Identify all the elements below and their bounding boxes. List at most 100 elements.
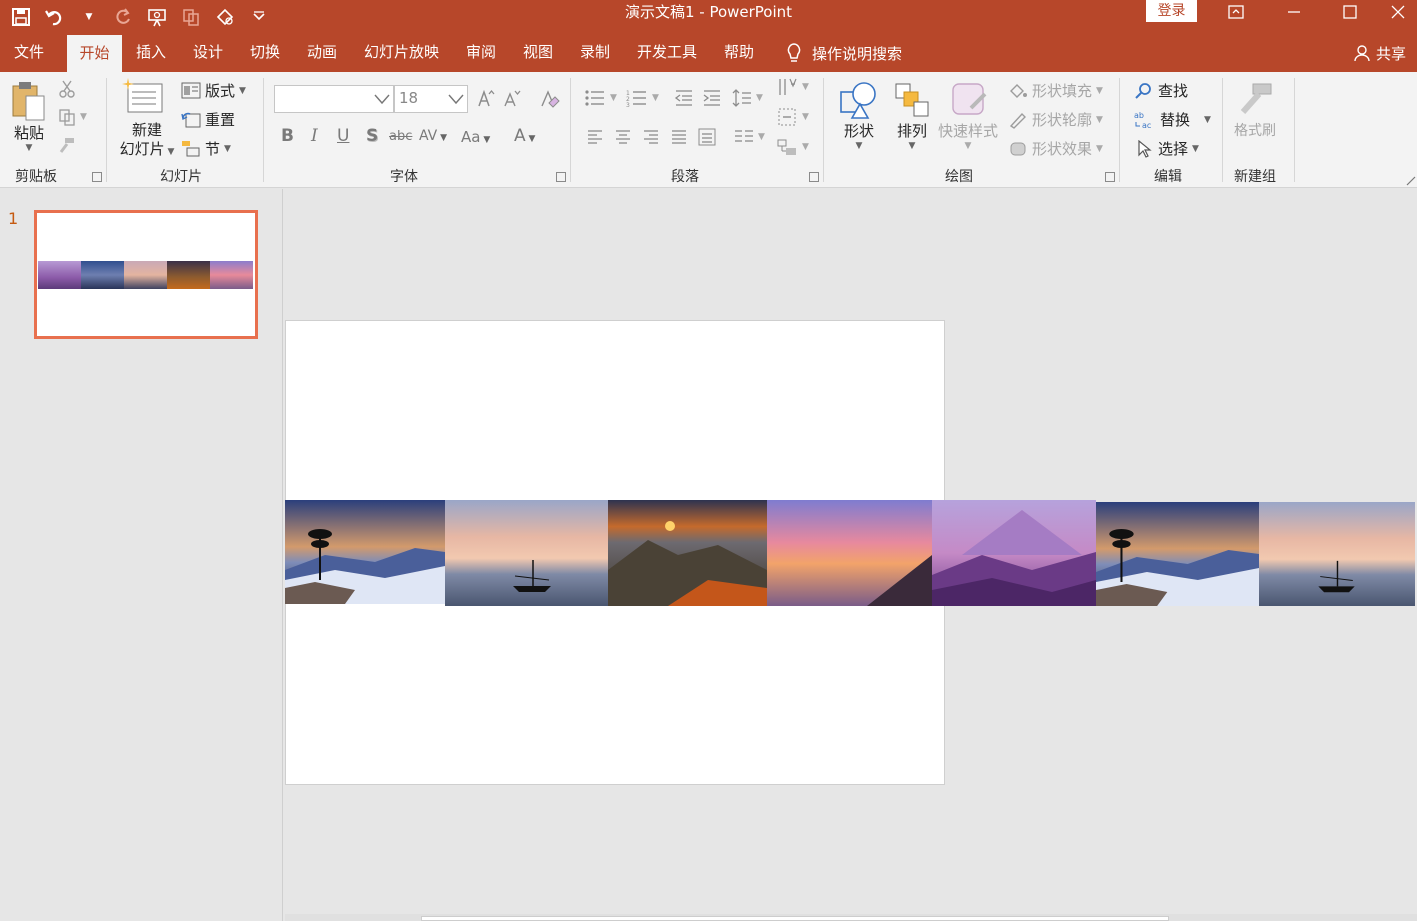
change-case-button[interactable]: Aa ▼ — [461, 128, 490, 146]
thumbnail-photo — [38, 261, 81, 289]
font-size-select[interactable]: 18 — [394, 85, 468, 113]
slide-thumbnail[interactable] — [34, 210, 258, 339]
arrange-button[interactable]: 排列 ▼ — [892, 80, 932, 151]
divider — [1222, 78, 1223, 182]
reset-button[interactable]: 重置 — [181, 109, 235, 130]
window-title: 演示文稿1 - PowerPoint — [624, 3, 793, 21]
search-icon — [1135, 82, 1151, 99]
paste-button[interactable]: 粘贴 ▼ — [10, 80, 48, 153]
shape-effects-icon — [1010, 142, 1026, 155]
font-color-label: A — [514, 126, 526, 146]
tab-developer[interactable]: 开发工具 — [625, 34, 709, 72]
tab-file[interactable]: 文件 — [2, 34, 56, 72]
shape-effects-label: 形状效果 — [1032, 140, 1093, 158]
strikethrough-button[interactable]: abc — [389, 129, 412, 144]
tab-review[interactable]: 审阅 — [454, 34, 508, 72]
divider — [1294, 78, 1295, 182]
drawing-dialog-launcher[interactable] — [1105, 172, 1115, 182]
minimize-button[interactable] — [1266, 0, 1322, 24]
line-spacing-button[interactable]: ▼ — [732, 88, 763, 108]
align-right-button[interactable] — [642, 128, 660, 146]
font-color-button[interactable]: A ▼ — [514, 126, 535, 146]
svg-text:ab: ab — [1134, 111, 1144, 120]
font-name-select[interactable] — [274, 85, 394, 113]
numbering-button[interactable]: 1 2 3 ▼ — [626, 88, 659, 108]
paragraph-dialog-launcher[interactable] — [809, 172, 819, 182]
replace-button[interactable]: ab ac 替换 ▼ — [1134, 109, 1211, 130]
reset-icon — [181, 112, 201, 127]
align-text-button[interactable]: ▼ — [776, 106, 809, 128]
login-button[interactable]: 登录 — [1146, 0, 1197, 22]
divider — [263, 78, 264, 182]
quick-styles-label: 快速样式 — [938, 122, 999, 140]
paste-label: 粘贴 — [13, 124, 44, 142]
quick-styles-button[interactable]: 快速样式 ▼ — [938, 80, 998, 151]
clipboard-dialog-launcher[interactable] — [92, 172, 102, 182]
convert-to-smartart-button[interactable]: ▼ — [776, 136, 809, 158]
paragraph-group-label: 段落 — [671, 169, 699, 185]
section-button[interactable]: 节 ▼ — [181, 138, 231, 159]
slide-photo-mount-fuji[interactable] — [932, 500, 1096, 606]
smartart-icon — [777, 139, 796, 155]
format-painter-button[interactable]: 格式刷 — [1234, 80, 1276, 140]
find-button[interactable]: 查找 — [1134, 80, 1188, 101]
horizontal-scrollbar[interactable] — [285, 914, 1417, 921]
increase-indent-button[interactable] — [702, 88, 722, 108]
slide-photo-boat-sunset[interactable] — [445, 500, 608, 606]
tab-transitions[interactable]: 切换 — [238, 34, 292, 72]
slide-photo-snowy-lake-2[interactable] — [1096, 502, 1259, 606]
text-direction-button[interactable]: ▼ — [776, 76, 809, 98]
tab-record[interactable]: 录制 — [568, 34, 622, 72]
tell-me-search[interactable]: 操作说明搜索 — [784, 34, 902, 72]
slide-photo-mountain-sunrise[interactable] — [608, 500, 767, 606]
ribbon-display-options-button[interactable] — [1208, 0, 1264, 24]
text-shadow-button[interactable]: S — [366, 126, 378, 146]
slide-photo-beach-sunset[interactable] — [767, 500, 932, 606]
shape-fill-button[interactable]: 形状填充 ▼ — [1008, 80, 1103, 101]
bullets-button[interactable]: ▼ — [584, 88, 617, 108]
italic-button[interactable]: I — [311, 126, 318, 146]
shapes-button[interactable]: 形状 ▼ — [838, 80, 880, 151]
shape-outline-button[interactable]: 形状轮廓 ▼ — [1008, 109, 1103, 130]
tab-slideshow[interactable]: 幻灯片放映 — [352, 34, 451, 72]
align-center-button[interactable] — [614, 128, 632, 146]
tab-animations[interactable]: 动画 — [295, 34, 349, 72]
clear-formatting-button[interactable] — [538, 88, 560, 110]
tab-help[interactable]: 帮助 — [712, 34, 766, 72]
collapse-ribbon-icon[interactable] — [1406, 176, 1416, 186]
underline-button[interactable]: U — [337, 126, 349, 146]
new-slide-label: 新建 幻灯片 ▼ — [119, 121, 175, 158]
shape-effects-button[interactable]: 形状效果 ▼ — [1008, 138, 1103, 159]
columns-button[interactable]: ▼ — [734, 128, 765, 146]
character-spacing-button[interactable]: AV ▼ — [419, 128, 447, 144]
layout-button[interactable]: 版式 ▼ — [181, 80, 246, 101]
tab-view[interactable]: 视图 — [511, 34, 565, 72]
tab-design[interactable]: 设计 — [181, 34, 235, 72]
chevron-down-icon — [374, 94, 390, 105]
justify-button[interactable] — [670, 128, 688, 146]
format-painter-small-button[interactable] — [58, 136, 76, 154]
slide-photo-snowy-lake[interactable] — [285, 500, 445, 604]
tab-insert[interactable]: 插入 — [124, 34, 178, 72]
slide-photo-boat-sunset-2[interactable] — [1259, 502, 1415, 606]
new-slide-button[interactable] — [122, 78, 166, 118]
select-button[interactable]: 选择 ▼ — [1136, 138, 1199, 159]
share-button[interactable]: 共享 — [1354, 34, 1406, 72]
scrollbar-thumb[interactable] — [421, 916, 1169, 921]
distributed-button[interactable] — [698, 128, 716, 146]
align-left-button[interactable] — [586, 128, 604, 146]
bold-button[interactable]: B — [281, 126, 294, 146]
divider — [823, 78, 824, 182]
maximize-button[interactable] — [1322, 0, 1378, 24]
landscape-photo-icon — [932, 500, 1096, 606]
copy-button[interactable]: ▼ — [58, 108, 87, 126]
decrease-indent-button[interactable] — [674, 88, 694, 108]
tab-home[interactable]: 开始 — [67, 35, 122, 72]
font-dialog-launcher[interactable] — [556, 172, 566, 182]
decrease-font-size-button[interactable] — [502, 88, 522, 108]
svg-text:ac: ac — [1142, 121, 1151, 130]
cut-button[interactable] — [58, 80, 76, 98]
increase-font-size-button[interactable] — [476, 88, 496, 108]
divider — [1119, 78, 1120, 182]
close-button[interactable] — [1378, 0, 1417, 24]
